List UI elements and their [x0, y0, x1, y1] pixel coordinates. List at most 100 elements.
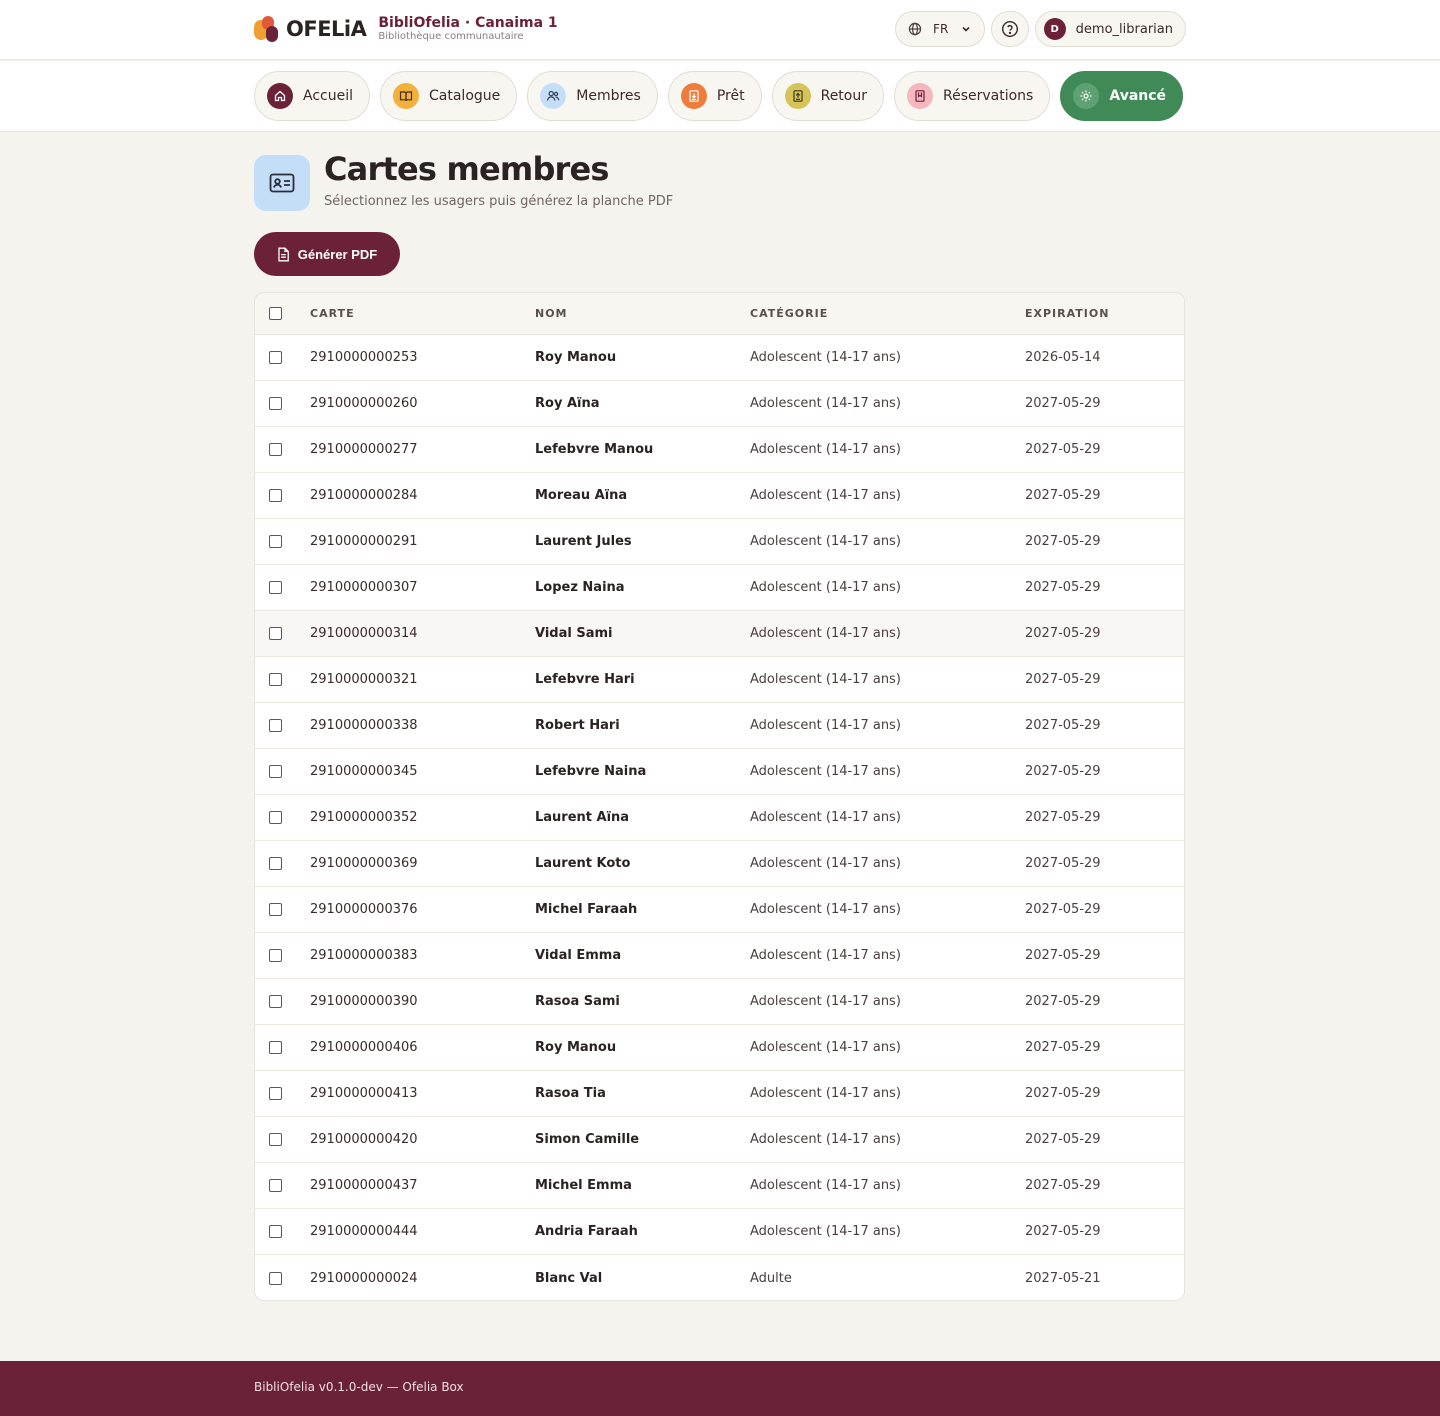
table-body: 2910000000253 Roy Manou Adolescent (14-17 … — [255, 335, 1184, 1300]
column-header-nom[interactable]: NOM — [535, 293, 568, 334]
nav-catalogue[interactable]: Catalogue — [380, 71, 518, 121]
table-row[interactable]: 2910000000413 Rasoa Tia Adolescent (14-17 … — [255, 1071, 1184, 1117]
table-row[interactable]: 2910000000024 Blanc Val Adulte 2027-05-21 — [255, 1255, 1184, 1300]
table-row[interactable]: 2910000000338 Robert Hari Adolescent (14-1… — [255, 703, 1184, 749]
row-checkbox[interactable] — [269, 627, 282, 640]
language-selector[interactable]: FR — [894, 11, 985, 47]
column-header-carte[interactable]: CARTE — [310, 293, 355, 334]
table-row[interactable]: 2910000000390 Rasoa Sami Adolescent (14-17… — [255, 979, 1184, 1025]
return-icon — [784, 83, 811, 109]
member-name: Michel Emma — [535, 1178, 632, 1193]
card-number: 2910000000321 — [310, 672, 418, 687]
row-checkbox[interactable] — [269, 903, 282, 916]
table-row[interactable]: 2910000000253 Roy Manou Adolescent (14-17 … — [255, 335, 1184, 381]
member-name: Laurent Jules — [535, 534, 632, 549]
row-checkbox[interactable] — [269, 811, 282, 824]
member-category: Adolescent (14-17 ans) — [750, 718, 901, 733]
card-number: 2910000000314 — [310, 626, 418, 641]
table-row[interactable]: 2910000000352 Laurent Aïna Adolescent (14-… — [255, 795, 1184, 841]
row-checkbox[interactable] — [269, 949, 282, 962]
row-checkbox[interactable] — [269, 535, 282, 548]
table-row[interactable]: 2910000000376 Michel Faraah Adolescent (14… — [255, 887, 1184, 933]
table-row[interactable]: 2910000000369 Laurent Koto Adolescent (14-… — [255, 841, 1184, 887]
table-row[interactable]: 2910000000284 Moreau Aïna Adolescent (14-1… — [255, 473, 1184, 519]
table-row[interactable]: 2910000000406 Roy Manou Adolescent (14-17 … — [255, 1025, 1184, 1071]
row-checkbox[interactable] — [269, 489, 282, 502]
card-number: 2910000000024 — [310, 1270, 418, 1286]
row-checkbox[interactable] — [269, 1133, 282, 1146]
row-checkbox[interactable] — [269, 397, 282, 410]
table-row[interactable]: 2910000000383 Vidal Emma Adolescent (14-17… — [255, 933, 1184, 979]
nav-retour[interactable]: Retour — [771, 71, 884, 121]
file-text-icon — [278, 247, 289, 261]
row-checkbox[interactable] — [269, 1225, 282, 1238]
member-category: Adolescent (14-17 ans) — [750, 488, 901, 503]
table-row[interactable]: 2910000000307 Lopez Naina Adolescent (14-1… — [255, 565, 1184, 611]
member-name: Lefebvre Naina — [535, 764, 647, 779]
card-number: 2910000000444 — [310, 1224, 418, 1239]
user-menu[interactable]: D demo_librarian — [1034, 11, 1186, 47]
member-name: Roy Manou — [535, 1040, 617, 1055]
footer-text: BibliOfelia v0.1.0-dev — Ofelia Box — [254, 1380, 464, 1394]
column-header-categorie[interactable]: CATÉGORIE — [750, 293, 828, 334]
member-name: Lefebvre Hari — [535, 672, 635, 687]
row-checkbox[interactable] — [269, 1087, 282, 1100]
member-category: Adolescent (14-17 ans) — [750, 396, 901, 411]
row-checkbox[interactable] — [269, 857, 282, 870]
expiration-date: 2027-05-29 — [1025, 1132, 1101, 1147]
brand[interactable]: OFELiA BibliOfelia · Canaima 1 Bibliothè… — [254, 14, 558, 44]
nav-avance[interactable]: Avancé — [1060, 71, 1184, 121]
row-checkbox[interactable] — [269, 443, 282, 456]
help-button[interactable] — [990, 11, 1029, 47]
member-category: Adolescent (14-17 ans) — [750, 1040, 901, 1055]
table-row[interactable]: 2910000000321 Lefebvre Hari Adolescent (14… — [255, 657, 1184, 703]
select-all-checkbox[interactable] — [269, 307, 282, 320]
member-category: Adolescent (14-17 ans) — [750, 856, 901, 871]
table-row[interactable]: 2910000000260 Roy Aïna Adolescent (14-17 a… — [255, 381, 1184, 427]
member-name: Vidal Sami — [535, 626, 613, 641]
logo-wordmark: OFELiA — [286, 17, 367, 41]
table-row[interactable]: 2910000000345 Lefebvre Naina Adolescent (1… — [255, 749, 1184, 795]
nav-membres[interactable]: Membres — [527, 71, 658, 121]
table-row[interactable]: 2910000000437 Michel Emma Adolescent (14-1… — [255, 1163, 1184, 1209]
row-checkbox[interactable] — [269, 719, 282, 732]
card-number: 2910000000291 — [310, 534, 418, 549]
library-subtitle: Bibliothèque communautaire — [378, 31, 524, 42]
table-row[interactable]: 2910000000314 Vidal Sami Adolescent (14-17… — [255, 611, 1184, 657]
member-name: Andria Faraah — [535, 1224, 638, 1239]
member-name: Moreau Aïna — [535, 488, 628, 503]
table-row[interactable]: 2910000000420 Simon Camille Adolescent (14… — [255, 1117, 1184, 1163]
nav-reservations[interactable]: Réservations — [894, 71, 1051, 121]
row-checkbox[interactable] — [269, 1179, 282, 1192]
expiration-date: 2027-05-29 — [1025, 1224, 1101, 1239]
nav-accueil[interactable]: Accueil — [254, 71, 370, 121]
username: demo_librarian — [1075, 21, 1173, 37]
row-checkbox[interactable] — [269, 995, 282, 1008]
member-category: Adolescent (14-17 ans) — [750, 672, 901, 687]
nav-pret[interactable]: Prêt — [667, 71, 762, 121]
row-checkbox[interactable] — [269, 351, 282, 364]
member-name: Laurent Koto — [535, 856, 631, 871]
card-number: 2910000000345 — [310, 764, 418, 779]
row-checkbox[interactable] — [269, 1271, 282, 1285]
nav-label: Catalogue — [429, 88, 501, 104]
member-category: Adolescent (14-17 ans) — [750, 1178, 901, 1193]
member-name: Lopez Naina — [535, 580, 625, 595]
row-checkbox[interactable] — [269, 581, 282, 594]
table-row[interactable]: 2910000000444 Andria Faraah Adolescent (14… — [255, 1209, 1184, 1255]
expiration-date: 2027-05-29 — [1025, 1178, 1101, 1193]
table-row[interactable]: 2910000000277 Lefebvre Manou Adolescent (1… — [255, 427, 1184, 473]
language-value: FR — [933, 22, 949, 36]
column-header-expiration[interactable]: EXPIRATION — [1025, 293, 1109, 334]
member-category: Adolescent (14-17 ans) — [750, 1086, 901, 1101]
expiration-date: 2027-05-29 — [1025, 994, 1101, 1009]
main-navigation: Accueil Catalogue Membres Prêt Retour Ré… — [0, 61, 1440, 132]
checkout-icon — [680, 83, 707, 109]
row-checkbox[interactable] — [269, 1041, 282, 1054]
row-checkbox[interactable] — [269, 765, 282, 778]
generate-pdf-button[interactable]: Générer PDF — [254, 232, 400, 276]
globe-icon — [908, 22, 921, 36]
row-checkbox[interactable] — [269, 673, 282, 686]
nav-label: Membres — [576, 88, 641, 104]
table-row[interactable]: 2910000000291 Laurent Jules Adolescent (14… — [255, 519, 1184, 565]
